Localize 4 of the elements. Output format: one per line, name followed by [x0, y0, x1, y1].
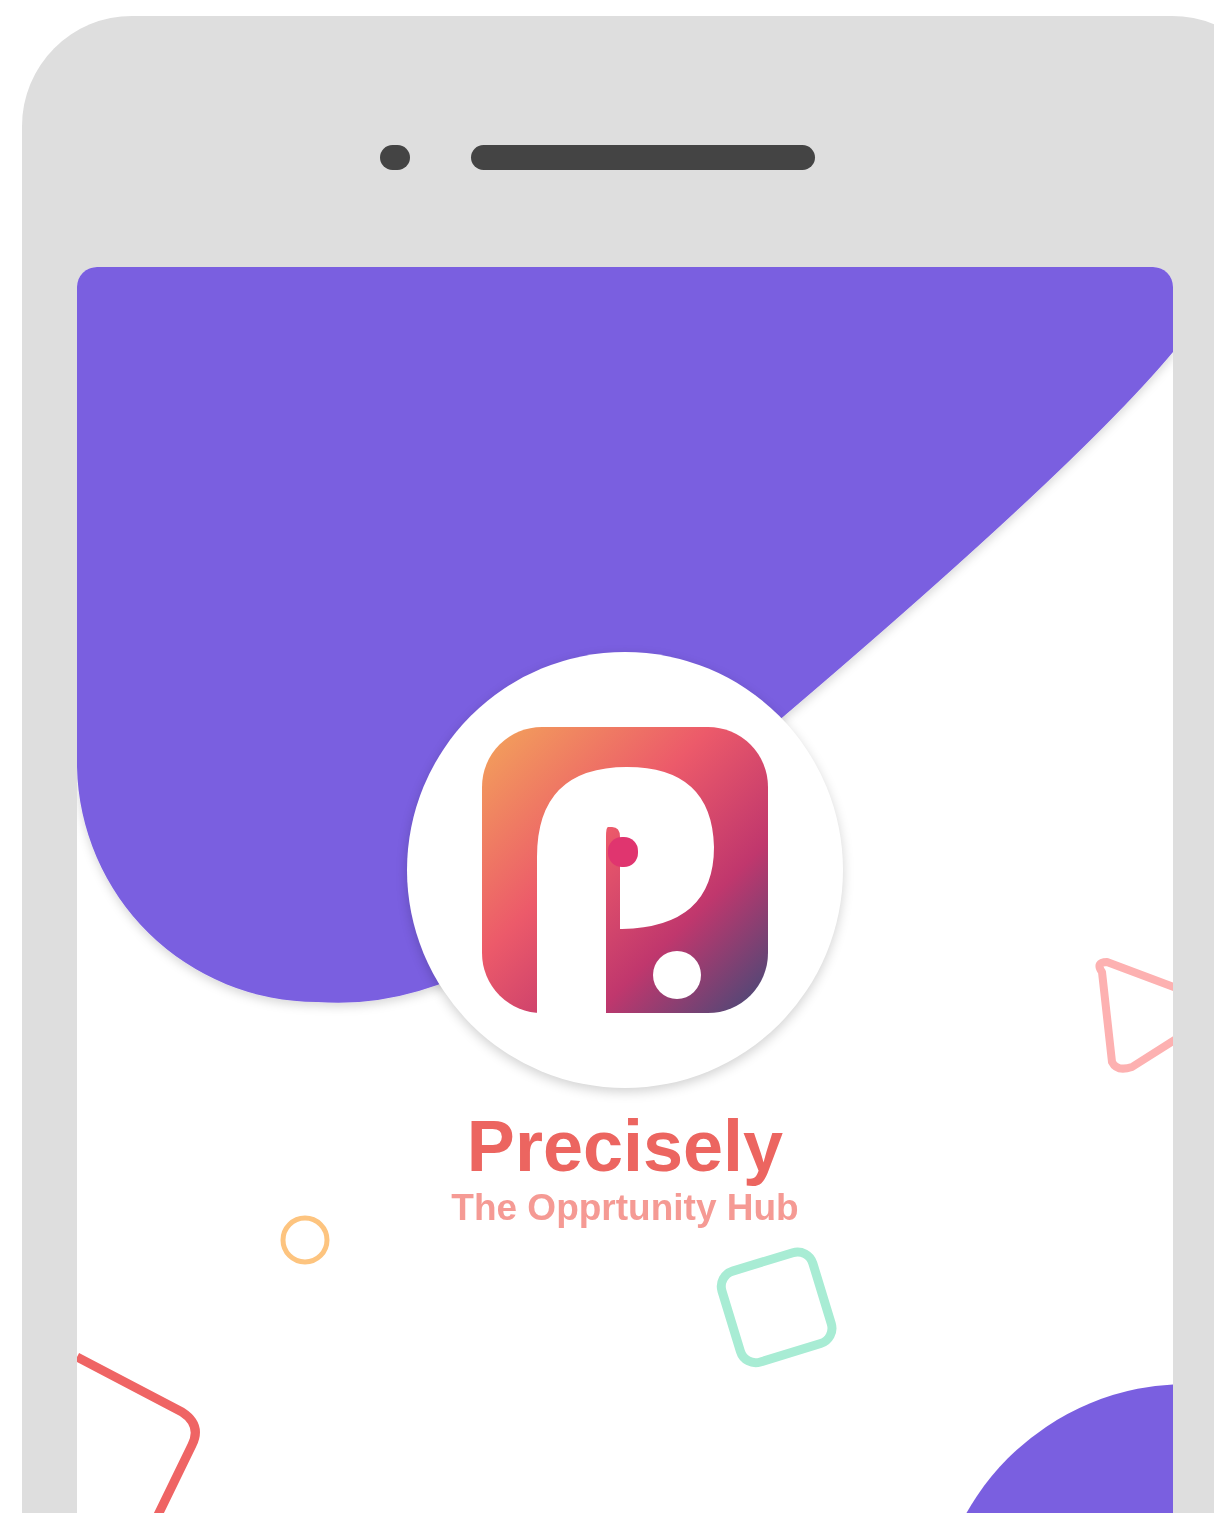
app-logo-icon — [482, 727, 768, 1013]
ring-shape — [280, 1215, 330, 1265]
app-tagline: The Opprtunity Hub — [451, 1186, 799, 1230]
app-title: Precisely — [466, 1106, 784, 1186]
